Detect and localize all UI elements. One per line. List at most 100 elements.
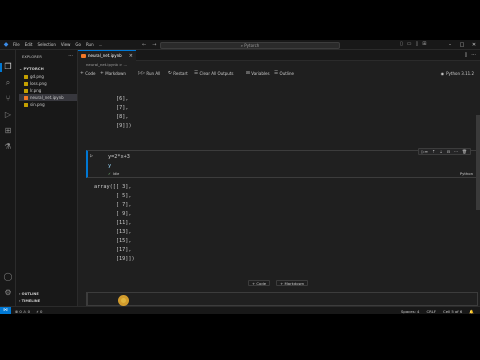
- minimize-icon[interactable]: –: [444, 40, 456, 50]
- tab-label: neural_net.ipynb: [88, 53, 122, 58]
- close-window-icon[interactable]: ✕: [468, 40, 480, 50]
- variables-icon: ⊟: [246, 71, 250, 76]
- file-name: lr.png: [30, 88, 42, 93]
- outline-section[interactable]: › OUTLINE: [19, 292, 39, 296]
- notebook-editor: neural_net.ipynb × ▯ ··· neural_net.ipyn…: [78, 50, 480, 314]
- warning-count: 0: [27, 308, 31, 314]
- more-icon[interactable]: ···: [454, 149, 458, 154]
- kernel-picker[interactable]: ◉ Python 3.11.2: [441, 71, 474, 76]
- run-by-line-icon[interactable]: ▷≡: [422, 149, 428, 154]
- menu-file[interactable]: File: [13, 42, 20, 47]
- file-name: gd.png: [30, 74, 44, 79]
- run-debug-icon[interactable]: ▷: [3, 110, 13, 120]
- scrollbar[interactable]: [476, 115, 480, 210]
- output-line: [ 7],: [94, 202, 132, 208]
- code-line[interactable]: y=2*x+3: [108, 154, 130, 160]
- menu-edit[interactable]: Edit: [25, 42, 33, 47]
- output-line: [19]]): [94, 256, 135, 262]
- file-name: neural_net.ipynb: [30, 95, 64, 100]
- command-center-search[interactable]: ⌕ Pytorch: [160, 41, 340, 49]
- remote-icon[interactable]: ⋈: [0, 307, 11, 314]
- notification-bell-icon[interactable]: 🔔: [469, 309, 474, 314]
- testing-icon[interactable]: ⚗: [3, 142, 13, 152]
- account-icon[interactable]: ◯: [3, 272, 13, 282]
- status-bar: ⋈ ⊗ 0 ⚠ 0 ⚡ 0 Spaces: 4 CRLF Cell 5 of 6…: [0, 306, 480, 314]
- more-actions-icon[interactable]: ···: [471, 52, 476, 58]
- back-arrow-icon[interactable]: ←: [142, 42, 146, 48]
- outline-label: OUTLINE: [21, 292, 39, 296]
- file-item-selected[interactable]: neural_net.ipynb: [19, 94, 77, 101]
- customize-layout-icon[interactable]: ⊞: [422, 41, 426, 47]
- close-icon[interactable]: ×: [129, 51, 133, 61]
- code-line[interactable]: y: [108, 163, 111, 169]
- outline-button[interactable]: ☰ Outline: [274, 71, 294, 76]
- menu-go[interactable]: Go: [75, 42, 81, 47]
- vscode-logo-icon: ◆: [3, 40, 9, 48]
- breadcrumb[interactable]: neural_net.ipynb > ...: [86, 62, 127, 67]
- timeline-label: TIMELINE: [21, 299, 41, 303]
- output-line: [ 9],: [94, 211, 132, 217]
- clear-outputs-label: Clear All Outputs: [199, 71, 234, 76]
- run-cell-icon[interactable]: ▷: [90, 153, 93, 159]
- kernel-label: Python 3.11.2: [446, 71, 474, 76]
- menu-run[interactable]: Run: [86, 42, 94, 47]
- cell-position-status[interactable]: Cell 5 of 6: [443, 309, 462, 314]
- add-code-cell-button[interactable]: + Code: [248, 280, 271, 286]
- execute-above-icon[interactable]: ⇡: [432, 149, 435, 154]
- split-editor-icon[interactable]: ▯: [464, 52, 467, 58]
- output-line: array([[ 3],: [94, 184, 132, 190]
- file-item[interactable]: gd.png: [24, 73, 76, 80]
- toggle-panel-icon[interactable]: ▭: [407, 41, 412, 47]
- run-all-button[interactable]: ▷▷ Run All: [138, 71, 160, 76]
- maximize-icon[interactable]: □: [456, 40, 468, 50]
- add-code-button[interactable]: + Code: [80, 71, 96, 76]
- file-item[interactable]: loss.png: [24, 80, 76, 87]
- add-markdown-button[interactable]: + Markdown: [100, 71, 126, 76]
- menu-selection[interactable]: Selection: [37, 42, 55, 47]
- search-view-icon[interactable]: ⌕: [3, 78, 13, 88]
- forward-arrow-icon[interactable]: →: [152, 42, 156, 48]
- eol-status[interactable]: CRLF: [426, 309, 436, 314]
- add-markdown-cell-button[interactable]: + Markdown: [276, 280, 309, 286]
- clear-outputs-button[interactable]: ☰ Clear All Outputs: [194, 71, 234, 76]
- menu-more[interactable]: ...: [99, 42, 103, 47]
- file-item[interactable]: lr.png: [24, 87, 76, 94]
- tab-neural-net[interactable]: neural_net.ipynb ×: [78, 50, 136, 61]
- notebook-cells: [6], [7], [8], [9]]) ▷ y=2*x+3 y ▷≡ ⇡ ⇣ …: [78, 80, 480, 314]
- vscode-window: ◆ File Edit Selection View Go Run ... ← …: [0, 40, 480, 314]
- source-control-icon[interactable]: ⑂: [3, 94, 13, 104]
- restart-button[interactable]: ↻ Restart: [168, 71, 188, 76]
- toggle-sidebar-icon[interactable]: ▯: [400, 41, 403, 47]
- markdown-label: Markdown: [105, 71, 126, 76]
- file-name: sin.png: [30, 102, 45, 107]
- clear-all-icon: ☰: [194, 71, 199, 76]
- cell-language[interactable]: Python: [460, 171, 473, 176]
- error-count: 0: [19, 308, 22, 314]
- outline-label: Outline: [279, 71, 295, 76]
- kernel-icon: ◉: [440, 71, 445, 76]
- warning-icon: ⚠: [23, 308, 27, 314]
- variables-button[interactable]: ⊟ Variables: [246, 71, 270, 76]
- explorer-icon[interactable]: ❐: [3, 62, 13, 72]
- more-actions-icon[interactable]: ···: [68, 53, 73, 59]
- indent-status[interactable]: Spaces: 4: [401, 309, 419, 314]
- image-file-icon: [24, 102, 28, 107]
- code-cell-empty[interactable]: [86, 292, 478, 306]
- execute-below-icon[interactable]: ⇣: [439, 149, 442, 154]
- extensions-icon[interactable]: ⊞: [3, 126, 13, 136]
- code-cell-active[interactable]: ▷ y=2*x+3 y ▷≡ ⇡ ⇣ ⊟ ··· 🗑 ✓ Idle Python: [86, 148, 478, 178]
- folder-pytorch[interactable]: ⌄ PYTORCH: [19, 66, 44, 71]
- toggle-secondary-sidebar-icon[interactable]: ▯: [416, 41, 419, 47]
- problems-indicator[interactable]: ⊗ 0 ⚠ 0: [15, 309, 30, 314]
- notebook-toolbar: + Code + Markdown ▷▷ Run All ↻ Restart ☰ Clea…: [78, 69, 480, 79]
- split-cell-icon[interactable]: ⊟: [447, 149, 450, 154]
- file-item[interactable]: sin.png: [24, 101, 76, 108]
- delete-icon[interactable]: 🗑: [462, 149, 467, 154]
- manage-gear-icon[interactable]: ⚙: [3, 288, 13, 298]
- code-label: Code: [85, 71, 96, 76]
- timeline-section[interactable]: › TIMELINE: [19, 299, 40, 303]
- menu-view[interactable]: View: [61, 42, 71, 47]
- folder-name: PYTORCH: [23, 66, 44, 71]
- cell-toolbar: ▷≡ ⇡ ⇣ ⊟ ··· 🗑: [417, 148, 471, 155]
- ports-icon[interactable]: ⚡ 0: [36, 309, 42, 314]
